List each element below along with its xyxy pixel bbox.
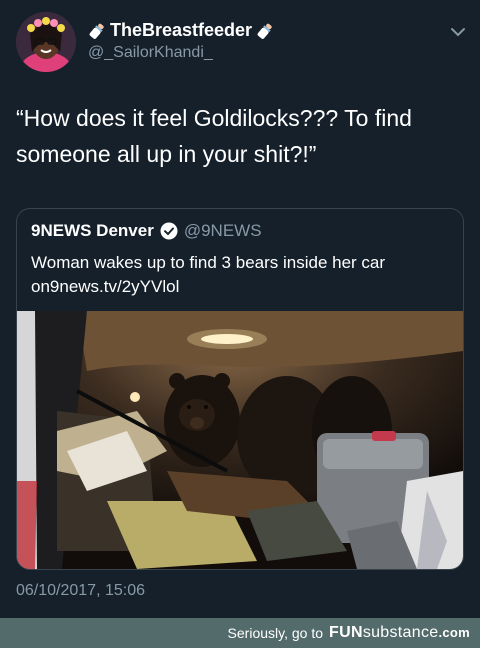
bear-in-car-photo [17, 311, 463, 569]
logo-thin-part: substance [362, 624, 439, 641]
chevron-down-icon[interactable] [448, 22, 468, 42]
watermark-bar: Seriously, go to FUNsubstance.com [0, 618, 480, 648]
quoted-media-image[interactable] [17, 311, 463, 569]
quoted-tweet-header: 9NEWS Denver @9NEWS [31, 221, 262, 241]
quoted-headline: Woman wakes up to find 3 bears inside he… [31, 253, 386, 272]
avatar[interactable] [16, 12, 76, 72]
baby-bottle-icon [89, 23, 104, 39]
quoted-display-name: 9NEWS Denver [31, 221, 154, 240]
baby-bottle-icon [257, 23, 272, 39]
logo-bold-part: FUN [329, 624, 363, 641]
quoted-handle: @9NEWS [183, 221, 262, 240]
verified-badge-icon [160, 222, 178, 240]
avatar-image [16, 12, 76, 72]
tweet-text: “How does it feel Goldilocks??? To find … [16, 105, 412, 167]
watermark-text: Seriously, go to [227, 625, 324, 641]
quoted-text: Woman wakes up to find 3 bears inside he… [31, 251, 451, 299]
quoted-tweet[interactable]: 9NEWS Denver @9NEWS Woman wakes up to fi… [16, 208, 464, 570]
logo-domain: .com [438, 625, 470, 640]
user-handle[interactable]: @_SailorKhandi_ [88, 44, 213, 62]
display-name: TheBreastfeeder [110, 20, 253, 40]
quoted-link[interactable]: on9news.tv/2yYVlol [31, 275, 451, 299]
author-row[interactable]: TheBreastfeeder [88, 20, 274, 41]
tweet-card: TheBreastfeeder @_SailorKhandi_ “How doe… [0, 0, 480, 618]
funsubstance-logo: FUNsubstance.com [329, 624, 470, 642]
tweet-timestamp[interactable]: 06/10/2017, 15:06 [16, 582, 145, 600]
